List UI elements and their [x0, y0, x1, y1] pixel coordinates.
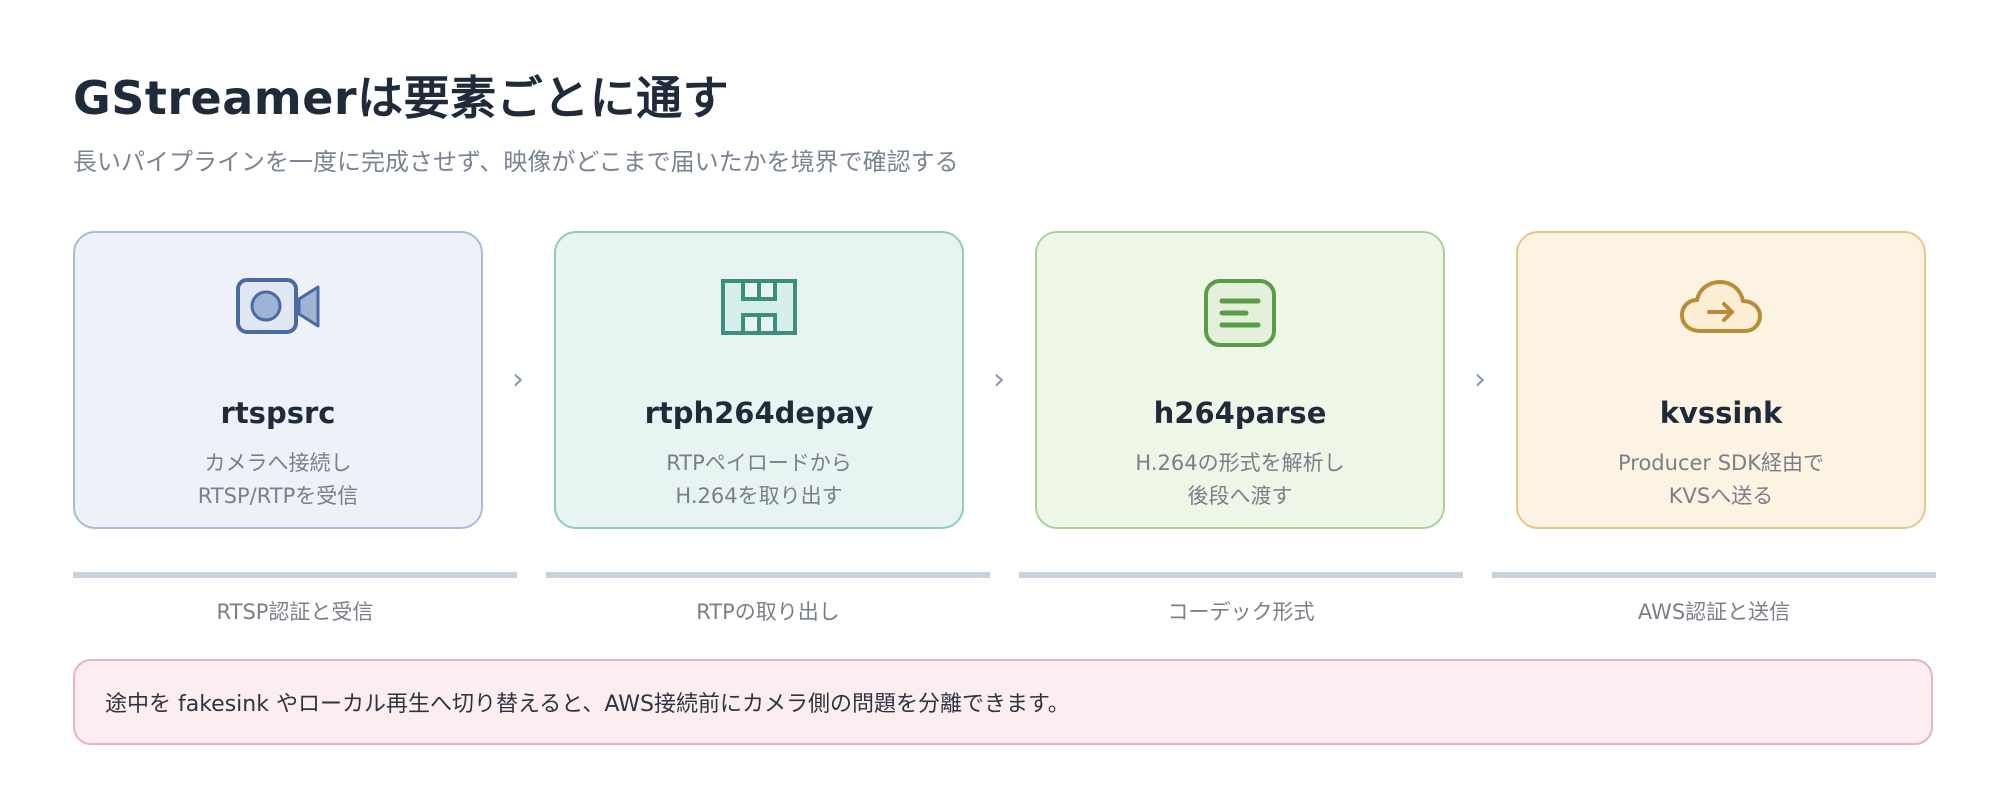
boundary-label: AWS認証と送信: [1637, 600, 1791, 624]
element-name: kvssink: [1659, 396, 1783, 430]
description-line: 後段へ渡す: [1187, 484, 1293, 508]
element-name: h264parse: [1153, 396, 1327, 430]
page-subtitle: 長いパイプラインを一度に完成させず、映像がどこまで届いたかを境界で確認する: [73, 148, 959, 176]
pipeline-card-rtph264depay: rtph264depay RTPペイロードから H.264を取り出す: [554, 231, 964, 529]
description-line: KVSへ送る: [1668, 484, 1774, 508]
description-line: RTSP/RTPを受信: [197, 484, 359, 508]
element-description: RTPペイロードから H.264を取り出す: [556, 447, 962, 513]
boundary-label: RTSP認証と受信: [216, 600, 374, 624]
note-callout: 途中を fakesink やローカル再生へ切り替えると、AWS接続前にカメラ側の…: [73, 659, 1933, 745]
element-description: H.264の形式を解析し 後段へ渡す: [1037, 447, 1443, 513]
element-name: rtph264depay: [644, 396, 874, 430]
document-lines-icon: [1204, 279, 1276, 347]
flow-arrow: ›: [512, 362, 524, 397]
boundary-rule: [73, 572, 517, 578]
boundary-label: RTPの取り出し: [696, 600, 840, 624]
boundary-rule: [546, 572, 990, 578]
boundary-label: コーデック形式: [1167, 600, 1315, 624]
description-line: カメラへ接続し: [204, 451, 352, 475]
boundary-rule: [1492, 572, 1936, 578]
page-title: GStreamerは要素ごとに通す: [73, 71, 730, 125]
flow-arrow: ›: [993, 362, 1005, 397]
element-description: Producer SDK経由で KVSへ送る: [1518, 447, 1924, 513]
h-letter-icon: [721, 279, 797, 335]
cloud-upload-icon: [1680, 280, 1762, 333]
pipeline-card-rtspsrc: rtspsrc カメラへ接続し RTSP/RTPを受信: [73, 231, 483, 529]
description-line: H.264を取り出す: [675, 484, 843, 508]
description-line: RTPペイロードから: [666, 451, 852, 475]
camera-icon: [236, 278, 320, 334]
description-line: H.264の形式を解析し: [1135, 451, 1345, 475]
page: GStreamerは要素ごとに通す 長いパイプラインを一度に完成させず、映像がど…: [0, 0, 2000, 812]
element-description: カメラへ接続し RTSP/RTPを受信: [75, 447, 481, 513]
element-name: rtspsrc: [220, 396, 336, 430]
flow-arrow: ›: [1474, 362, 1486, 397]
pipeline-card-kvssink: kvssink Producer SDK経由で KVSへ送る: [1516, 231, 1926, 529]
boundary-rule: [1019, 572, 1463, 578]
note-text: 途中を fakesink やローカル再生へ切り替えると、AWS接続前にカメラ側の…: [105, 692, 1070, 717]
pipeline-card-h264parse: h264parse H.264の形式を解析し 後段へ渡す: [1035, 231, 1445, 529]
description-line: Producer SDK経由で: [1617, 451, 1824, 475]
